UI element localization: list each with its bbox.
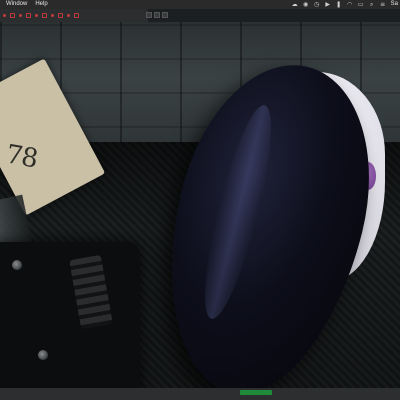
- screw-icon: [12, 260, 22, 270]
- clock-icon[interactable]: ◷: [314, 1, 320, 8]
- tool-6-icon[interactable]: [42, 13, 47, 18]
- bottom-indicator[interactable]: [240, 390, 272, 395]
- app-toolbar: [0, 9, 148, 22]
- tool-4-icon[interactable]: [26, 13, 31, 18]
- mini-tab-1[interactable]: [146, 12, 152, 18]
- photo-viewport[interactable]: 78: [0, 22, 400, 388]
- tool-3-icon[interactable]: [19, 14, 22, 17]
- bottom-bar: [0, 388, 400, 400]
- tool-7-icon[interactable]: [51, 14, 54, 17]
- clock-text[interactable]: Sa: [391, 0, 398, 9]
- control-center-icon[interactable]: ≡: [380, 1, 386, 8]
- pause-icon[interactable]: ❚: [336, 1, 342, 8]
- mini-tab-3[interactable]: [162, 12, 168, 18]
- tool-9-icon[interactable]: [67, 14, 70, 17]
- tool-10-icon[interactable]: [74, 13, 79, 18]
- search-icon[interactable]: ⌕: [369, 1, 375, 8]
- cloud-icon[interactable]: ☁: [292, 1, 298, 8]
- tool-2-icon[interactable]: [10, 13, 15, 18]
- tool-5-icon[interactable]: [35, 14, 38, 17]
- screw-icon: [38, 350, 48, 360]
- menu-help[interactable]: Help: [35, 0, 47, 9]
- card-number: 78: [3, 139, 40, 175]
- menu-window[interactable]: Window: [6, 0, 27, 9]
- mini-tab-2[interactable]: [154, 12, 160, 18]
- tool-8-icon[interactable]: [58, 13, 63, 18]
- tool-1-icon[interactable]: [3, 14, 6, 17]
- wifi-icon[interactable]: ◠: [347, 1, 353, 8]
- play-icon[interactable]: ▶: [325, 1, 331, 8]
- camera-icon[interactable]: ◉: [303, 1, 309, 8]
- menu-bar: Window Help ☁ ◉ ◷ ▶ ❚ ◠ ▭ ⌕ ≡ Sa: [0, 0, 400, 9]
- status-area: ☁ ◉ ◷ ▶ ❚ ◠ ▭ ⌕ ≡ Sa: [292, 0, 400, 9]
- mini-tabs: [146, 12, 168, 18]
- battery-icon[interactable]: ▭: [358, 1, 364, 8]
